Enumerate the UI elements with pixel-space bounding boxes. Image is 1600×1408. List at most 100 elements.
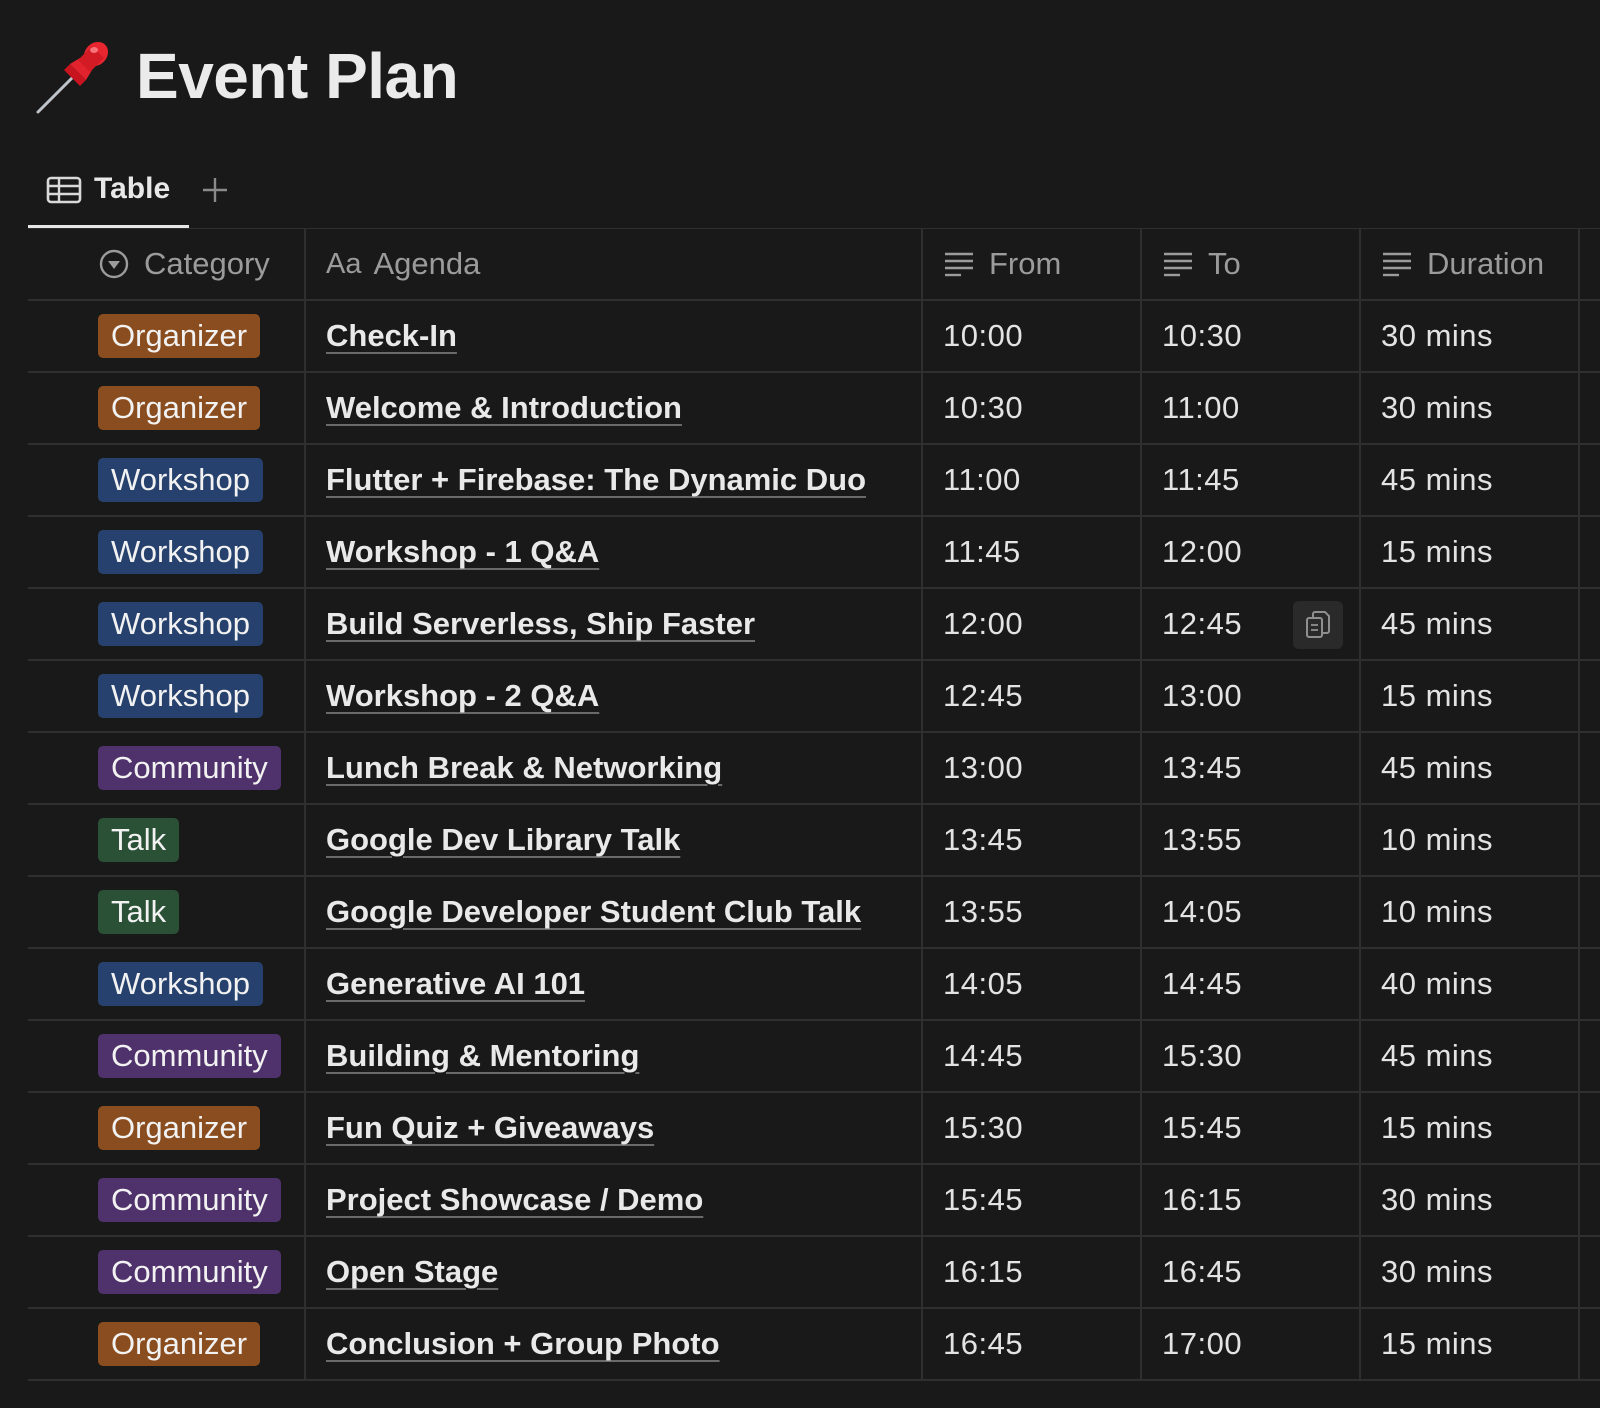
duration-cell[interactable]: 10 mins [1361, 877, 1580, 947]
to-cell[interactable]: 15:30 [1142, 1021, 1361, 1091]
duration-cell[interactable]: 45 mins [1361, 445, 1580, 515]
agenda-cell[interactable]: Workshop - 1 Q&A [306, 517, 923, 587]
agenda-title-link[interactable]: Conclusion + Group Photo [326, 1326, 720, 1362]
duration-cell[interactable]: 45 mins [1361, 589, 1580, 659]
agenda-cell[interactable]: Fun Quiz + Giveaways [306, 1093, 923, 1163]
column-header-from[interactable]: From [923, 229, 1142, 299]
from-cell[interactable]: 13:45 [923, 805, 1142, 875]
from-cell[interactable]: 11:45 [923, 517, 1142, 587]
agenda-cell[interactable]: Building & Mentoring [306, 1021, 923, 1091]
from-cell[interactable]: 14:05 [923, 949, 1142, 1019]
to-cell[interactable]: 11:00 [1142, 373, 1361, 443]
agenda-cell[interactable]: Google Developer Student Club Talk [306, 877, 923, 947]
table-row[interactable]: Organizer Fun Quiz + Giveaways 15:30 15:45 1… [28, 1093, 1600, 1165]
to-cell[interactable]: 12:45 [1142, 589, 1361, 659]
agenda-cell[interactable]: Google Dev Library Talk [306, 805, 923, 875]
duration-cell[interactable]: 30 mins [1361, 1237, 1580, 1307]
from-cell[interactable]: 13:00 [923, 733, 1142, 803]
category-cell[interactable]: Community [28, 1021, 306, 1091]
duration-cell[interactable]: 15 mins [1361, 661, 1580, 731]
from-cell[interactable]: 15:30 [923, 1093, 1142, 1163]
to-cell[interactable]: 10:30 [1142, 301, 1361, 371]
table-row[interactable]: Organizer Check-In 10:00 10:30 30 mins [28, 301, 1600, 373]
agenda-cell[interactable]: Welcome & Introduction [306, 373, 923, 443]
table-row[interactable]: Workshop Build Serverless, Ship Faster 12:… [28, 589, 1600, 661]
duration-cell[interactable]: 40 mins [1361, 949, 1580, 1019]
agenda-title-link[interactable]: Workshop - 2 Q&A [326, 678, 599, 714]
from-cell[interactable]: 15:45 [923, 1165, 1142, 1235]
to-cell[interactable]: 13:45 [1142, 733, 1361, 803]
to-cell[interactable]: 13:00 [1142, 661, 1361, 731]
agenda-cell[interactable]: Check-In [306, 301, 923, 371]
table-row[interactable]: Community Open Stage 16:15 16:45 30 mins [28, 1237, 1600, 1309]
agenda-title-link[interactable]: Flutter + Firebase: The Dynamic Duo [326, 462, 866, 498]
to-cell[interactable]: 14:45 [1142, 949, 1361, 1019]
agenda-title-link[interactable]: Fun Quiz + Giveaways [326, 1110, 654, 1146]
from-cell[interactable]: 12:00 [923, 589, 1142, 659]
duration-cell[interactable]: 15 mins [1361, 517, 1580, 587]
column-header-category[interactable]: Category [28, 229, 306, 299]
tab-table[interactable]: Table [28, 154, 189, 228]
agenda-cell[interactable]: Lunch Break & Networking [306, 733, 923, 803]
agenda-title-link[interactable]: Project Showcase / Demo [326, 1182, 703, 1218]
category-cell[interactable]: Community [28, 733, 306, 803]
table-row[interactable]: Community Project Showcase / Demo 15:45 16:… [28, 1165, 1600, 1237]
table-row[interactable]: Workshop Flutter + Firebase: The Dynamic … [28, 445, 1600, 517]
category-cell[interactable]: Workshop [28, 949, 306, 1019]
to-cell[interactable]: 13:55 [1142, 805, 1361, 875]
to-cell[interactable]: 16:45 [1142, 1237, 1361, 1307]
agenda-title-link[interactable]: Workshop - 1 Q&A [326, 534, 599, 570]
from-cell[interactable]: 12:45 [923, 661, 1142, 731]
category-cell[interactable]: Organizer [28, 1309, 306, 1379]
category-cell[interactable]: Talk [28, 805, 306, 875]
category-cell[interactable]: Organizer [28, 301, 306, 371]
table-row[interactable]: Organizer Conclusion + Group Photo 16:45 17… [28, 1309, 1600, 1381]
to-cell[interactable]: 12:00 [1142, 517, 1361, 587]
table-row[interactable]: Talk Google Dev Library Talk 13:45 13:55 10 … [28, 805, 1600, 877]
from-cell[interactable]: 11:00 [923, 445, 1142, 515]
table-row[interactable]: Workshop Workshop - 2 Q&A 12:45 13:00 15 min… [28, 661, 1600, 733]
column-header-to[interactable]: To [1142, 229, 1361, 299]
agenda-title-link[interactable]: Lunch Break & Networking [326, 750, 722, 786]
category-cell[interactable]: Talk [28, 877, 306, 947]
table-row[interactable]: Workshop Generative AI 101 14:05 14:45 40 mi… [28, 949, 1600, 1021]
category-cell[interactable]: Workshop [28, 445, 306, 515]
agenda-title-link[interactable]: Google Dev Library Talk [326, 822, 680, 858]
to-cell[interactable]: 14:05 [1142, 877, 1361, 947]
from-cell[interactable]: 10:30 [923, 373, 1142, 443]
copy-button[interactable] [1293, 601, 1343, 649]
category-cell[interactable]: Workshop [28, 517, 306, 587]
agenda-cell[interactable]: Flutter + Firebase: The Dynamic Duo [306, 445, 923, 515]
duration-cell[interactable]: 45 mins [1361, 1021, 1580, 1091]
duration-cell[interactable]: 10 mins [1361, 805, 1580, 875]
duration-cell[interactable]: 30 mins [1361, 301, 1580, 371]
from-cell[interactable]: 16:15 [923, 1237, 1142, 1307]
to-cell[interactable]: 17:00 [1142, 1309, 1361, 1379]
category-cell[interactable]: Workshop [28, 661, 306, 731]
table-row[interactable]: Community Building & Mentoring 14:45 15:30 4… [28, 1021, 1600, 1093]
table-row[interactable]: Community Lunch Break & Networking 13:00 13… [28, 733, 1600, 805]
from-cell[interactable]: 10:00 [923, 301, 1142, 371]
column-header-duration[interactable]: Duration [1361, 229, 1580, 299]
category-cell[interactable]: Workshop [28, 589, 306, 659]
agenda-title-link[interactable]: Building & Mentoring [326, 1038, 639, 1074]
agenda-title-link[interactable]: Check-In [326, 318, 457, 354]
agenda-cell[interactable]: Conclusion + Group Photo [306, 1309, 923, 1379]
to-cell[interactable]: 11:45 [1142, 445, 1361, 515]
category-cell[interactable]: Organizer [28, 1093, 306, 1163]
from-cell[interactable]: 13:55 [923, 877, 1142, 947]
duration-cell[interactable]: 30 mins [1361, 373, 1580, 443]
category-cell[interactable]: Community [28, 1165, 306, 1235]
category-cell[interactable]: Organizer [28, 373, 306, 443]
to-cell[interactable]: 15:45 [1142, 1093, 1361, 1163]
column-header-agenda[interactable]: Aa Agenda [306, 229, 923, 299]
to-cell[interactable]: 16:15 [1142, 1165, 1361, 1235]
duration-cell[interactable]: 15 mins [1361, 1093, 1580, 1163]
agenda-title-link[interactable]: Build Serverless, Ship Faster [326, 606, 755, 642]
agenda-cell[interactable]: Project Showcase / Demo [306, 1165, 923, 1235]
from-cell[interactable]: 14:45 [923, 1021, 1142, 1091]
agenda-title-link[interactable]: Welcome & Introduction [326, 390, 682, 426]
agenda-cell[interactable]: Build Serverless, Ship Faster [306, 589, 923, 659]
table-row[interactable]: Workshop Workshop - 1 Q&A 11:45 12:00 15 min… [28, 517, 1600, 589]
agenda-cell[interactable]: Workshop - 2 Q&A [306, 661, 923, 731]
